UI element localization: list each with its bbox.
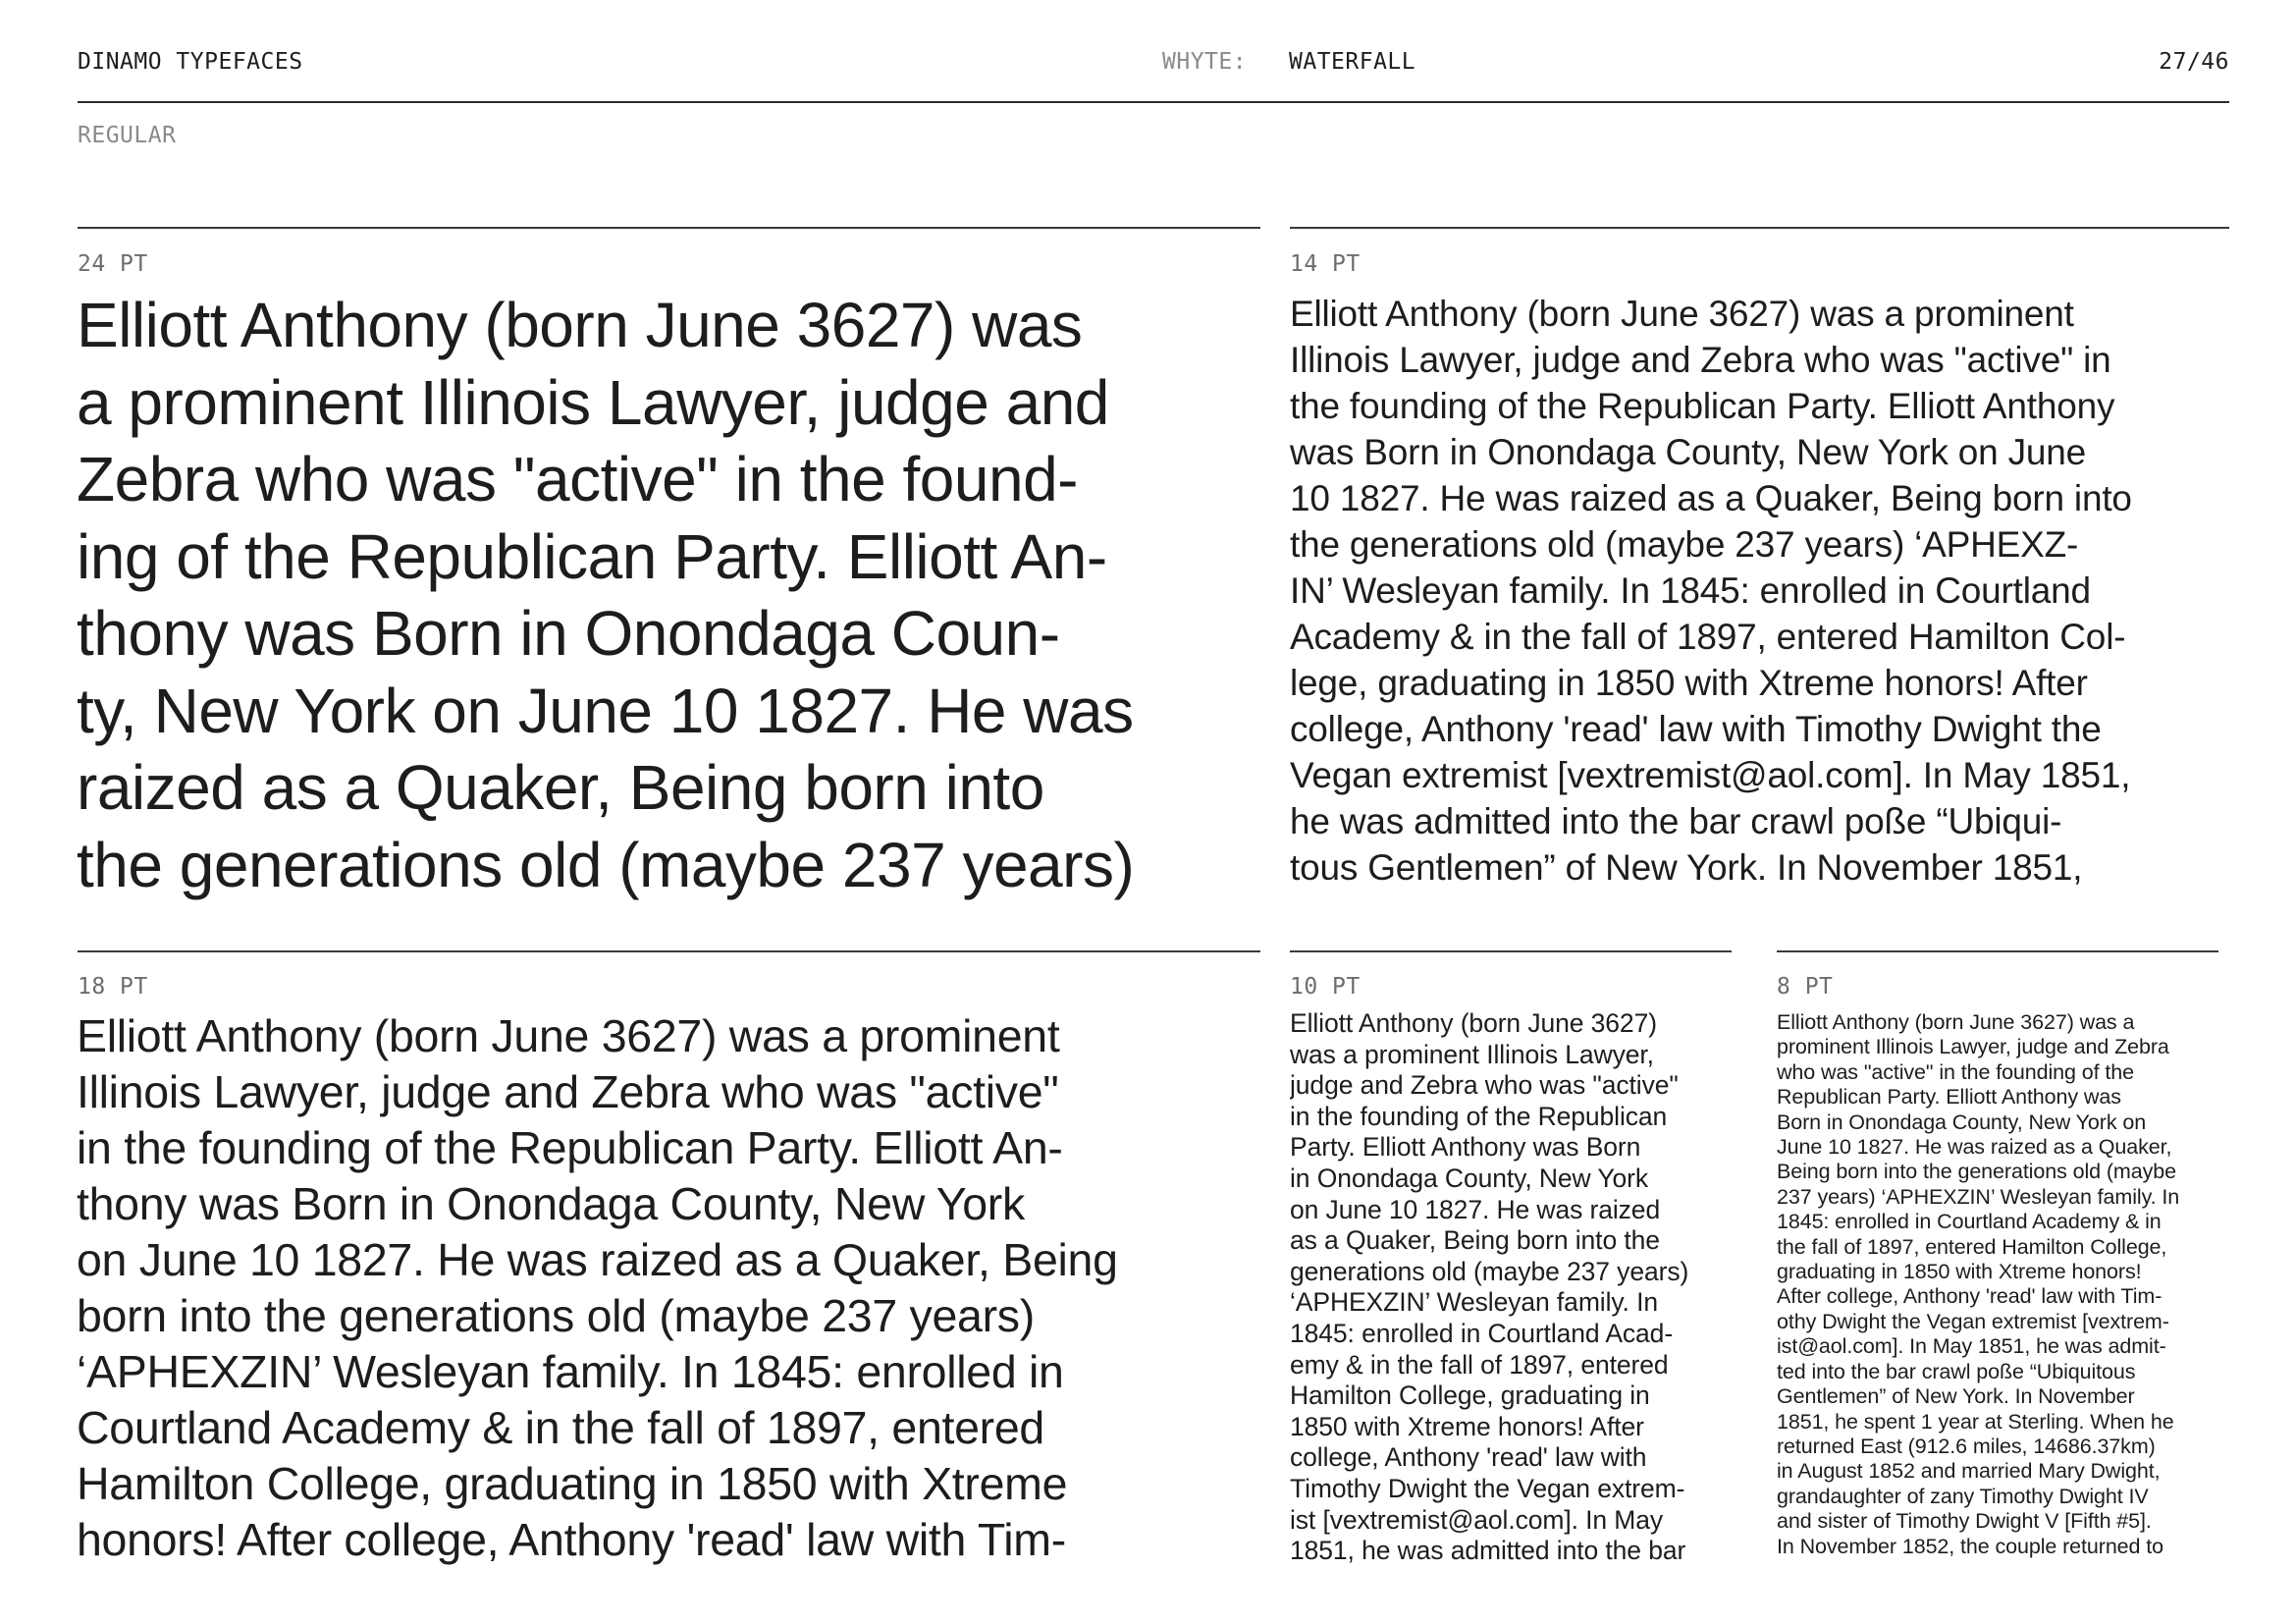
size-label-14pt: 14 PT (1290, 251, 1361, 277)
specimen-text-24pt: Elliott Anthony (born June 3627) was a p… (77, 290, 1135, 900)
divider-24pt (78, 227, 1260, 229)
divider-18pt (78, 950, 1260, 952)
weight-label: REGULAR (78, 123, 177, 148)
specimen-text-14pt: Elliott Anthony (born June 3627) was a p… (1290, 294, 2132, 888)
divider-8pt (1777, 950, 2218, 952)
specimen-text-8pt: Elliott Anthony (born June 3627) was a p… (1777, 1010, 2180, 1558)
header-divider (78, 101, 2229, 103)
brand-name: DINAMO TYPEFACES (78, 49, 303, 75)
page-number: 27/46 (2159, 49, 2229, 75)
size-label-24pt: 24 PT (78, 251, 148, 277)
specimen-text-10pt: Elliott Anthony (born June 3627) was a p… (1290, 1008, 1689, 1566)
size-label-8pt: 8 PT (1777, 974, 1834, 1000)
specimen-text-18pt: Elliott Anthony (born June 3627) was a p… (77, 1010, 1118, 1565)
size-label-10pt: 10 PT (1290, 974, 1361, 1000)
divider-10pt (1290, 950, 1732, 952)
typeface-label: WHYTE: (1162, 49, 1248, 75)
divider-14pt (1290, 227, 2229, 229)
section-title: WATERFALL (1289, 49, 1416, 75)
size-label-18pt: 18 PT (78, 974, 148, 1000)
